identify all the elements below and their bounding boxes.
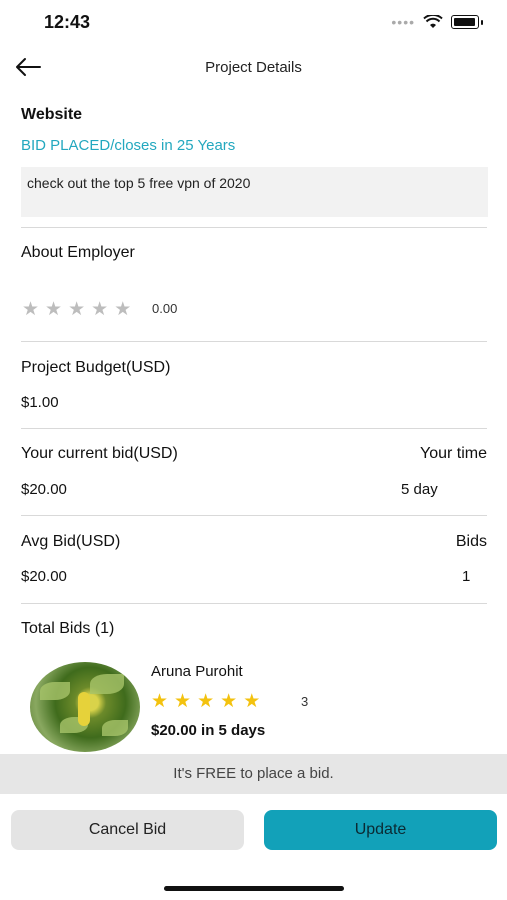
update-button[interactable]: Update <box>264 810 497 850</box>
wifi-icon <box>423 15 443 28</box>
avg-bid-value: $20.00 <box>21 568 67 585</box>
star-empty-icon: ★ <box>114 299 132 320</box>
time-label: Your time <box>420 445 487 462</box>
divider <box>21 341 487 342</box>
signal-icon: •••• <box>391 14 415 30</box>
divider <box>21 428 487 429</box>
star-filled-icon: ★ <box>243 691 261 712</box>
divider <box>21 227 487 228</box>
project-title: Website <box>21 106 83 123</box>
current-bid-label: Your current bid(USD) <box>21 445 178 462</box>
status-time: 12:43 <box>44 12 91 32</box>
total-bids-heading: Total Bids (1) <box>21 620 115 637</box>
star-filled-icon: ★ <box>220 691 238 712</box>
star-empty-icon: ★ <box>91 299 109 320</box>
budget-value: $1.00 <box>21 394 59 411</box>
battery-icon <box>451 15 479 29</box>
employer-heading: About Employer <box>21 244 135 261</box>
bidder-name[interactable]: Aruna Purohit <box>151 663 243 680</box>
page-title: Project Details <box>205 59 302 76</box>
star-empty-icon: ★ <box>68 299 86 320</box>
employer-rating-stars: ★ ★ ★ ★ ★ <box>22 298 131 321</box>
bidder-avatar[interactable] <box>30 662 140 752</box>
star-filled-icon: ★ <box>197 691 215 712</box>
bids-count: 1 <box>462 568 471 585</box>
project-description: check out the top 5 free vpn of 2020 <box>21 167 488 217</box>
bidder-rating-count: 3 <box>301 694 309 709</box>
star-filled-icon: ★ <box>174 691 192 712</box>
divider <box>21 515 487 516</box>
star-empty-icon: ★ <box>22 299 40 320</box>
bids-label: Bids <box>455 533 487 550</box>
star-empty-icon: ★ <box>45 299 63 320</box>
time-value: 5 day <box>401 481 438 498</box>
current-bid-value: $20.00 <box>21 481 67 498</box>
free-bid-notice: It's FREE to place a bid. <box>0 754 507 794</box>
bid-status: BID PLACED/closes in 25 Years <box>21 137 236 154</box>
home-indicator[interactable] <box>164 886 344 891</box>
bidder-rating-stars: ★ ★ ★ ★ ★ <box>151 690 260 713</box>
status-icons: •••• <box>391 14 483 30</box>
star-filled-icon: ★ <box>151 691 169 712</box>
bidder-bid-text: $20.00 in 5 days <box>151 722 266 739</box>
budget-label: Project Budget(USD) <box>21 359 171 376</box>
divider <box>21 603 487 604</box>
cancel-bid-button[interactable]: Cancel Bid <box>11 810 244 850</box>
avg-bid-label: Avg Bid(USD) <box>21 533 121 550</box>
employer-rating-value: 0.00 <box>152 301 178 316</box>
